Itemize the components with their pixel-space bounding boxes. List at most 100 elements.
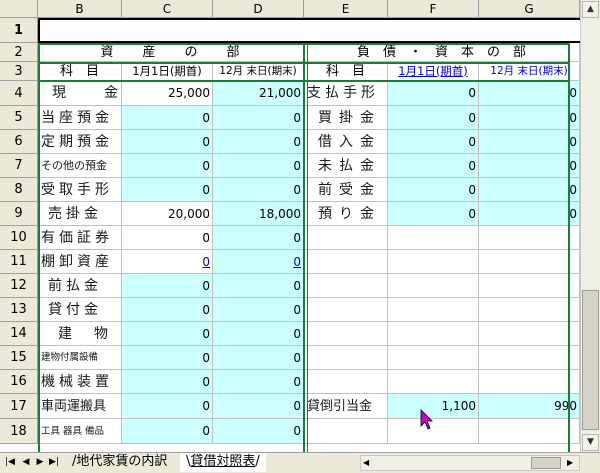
liability-end-value[interactable]: 990 [479,394,580,419]
column-header-d[interactable]: D [213,0,304,18]
asset-start-value[interactable]: 0 [122,154,213,178]
empty-cell[interactable] [479,322,580,346]
asset-label[interactable]: 受取手形 [38,178,122,202]
asset-end-value[interactable]: 0 [213,322,304,346]
liability-label[interactable]: 買掛金 [304,106,388,130]
asset-end-value[interactable]: 0 [213,298,304,322]
empty-cell[interactable] [304,298,388,322]
row-header[interactable]: 17 [0,394,38,419]
row-header[interactable]: 15 [0,346,38,370]
liability-label[interactable]: 未払金 [304,154,388,178]
row-header[interactable]: 10 [0,226,38,250]
next-sheet-icon[interactable]: ▶ [33,455,47,470]
asset-end-value[interactable]: 0 [213,226,304,250]
asset-label[interactable]: 有価証券 [38,226,122,250]
empty-cell[interactable] [388,226,479,250]
asset-start-value[interactable]: 0 [122,178,213,202]
asset-start-value[interactable]: 0 [122,370,213,394]
asset-label[interactable]: 工具 器具 備品 [38,419,122,444]
vertical-scrollbar[interactable]: ▲ ▼ [580,0,600,452]
horizontal-scrollbar[interactable]: ◀ ▶ [360,455,580,471]
asset-end-value[interactable]: 0 [213,370,304,394]
asset-start-value[interactable]: 25,000 [122,81,213,106]
asset-label[interactable]: 前払金 [38,274,122,298]
asset-label[interactable]: その他の預金 [38,154,122,178]
row-header[interactable]: 18 [0,419,38,444]
liabilities-section-header[interactable]: 負 債 ・ 資 本 の 部 [304,43,580,62]
asset-end-value[interactable]: 0 [213,178,304,202]
empty-cell[interactable] [304,322,388,346]
empty-cell[interactable] [479,250,580,274]
asset-start-value[interactable]: 0 [122,130,213,154]
scroll-right-icon[interactable]: ▶ [567,457,577,469]
column-header-f[interactable]: F [388,0,479,18]
empty-cell[interactable] [479,346,580,370]
column-header-c[interactable]: C [122,0,213,18]
start-of-period-header-assets[interactable]: 1月1日(期首) [122,62,213,81]
asset-end-value[interactable]: 0 [213,250,304,274]
column-header-b[interactable]: B [38,0,122,18]
liability-label[interactable]: 前受金 [304,178,388,202]
scroll-up-button[interactable]: ▲ [582,1,599,18]
liability-end-value[interactable]: 0 [479,202,580,226]
liability-end-value[interactable]: 0 [479,178,580,202]
asset-start-value[interactable]: 0 [122,346,213,370]
row-header[interactable]: 7 [0,154,38,178]
row-header[interactable]: 12 [0,274,38,298]
asset-label[interactable]: 建 物 [38,322,122,346]
liability-label[interactable]: 貸倒引当金 [304,394,388,419]
empty-cell[interactable] [479,370,580,394]
asset-label[interactable]: 定期預金 [38,130,122,154]
liability-end-value[interactable]: 0 [479,130,580,154]
empty-cell[interactable] [388,298,479,322]
asset-end-value[interactable]: 0 [213,130,304,154]
end-of-period-header-assets[interactable]: 12月 末日(期末) [213,62,304,81]
asset-label[interactable]: 貸付金 [38,298,122,322]
sheet-tab[interactable]: /地代家賃の内訳 [66,453,173,472]
liability-start-value[interactable]: 0 [388,81,479,106]
empty-cell[interactable] [388,370,479,394]
row-header[interactable]: 4 [0,81,38,106]
liability-end-value[interactable]: 0 [479,81,580,106]
empty-cell[interactable] [304,274,388,298]
empty-cell[interactable] [479,274,580,298]
asset-start-value[interactable]: 0 [122,106,213,130]
liability-label[interactable]: 借入金 [304,130,388,154]
empty-cell[interactable] [304,370,388,394]
empty-cell[interactable] [388,346,479,370]
row-header[interactable]: 3 [0,62,38,81]
empty-cell[interactable] [479,226,580,250]
row-header[interactable]: 14 [0,322,38,346]
asset-label[interactable]: 機械装置 [38,370,122,394]
liability-start-value[interactable]: 0 [388,178,479,202]
liability-end-value[interactable]: 0 [479,106,580,130]
vertical-scroll-thumb[interactable] [582,290,599,430]
asset-start-value[interactable]: 20,000 [122,202,213,226]
row-header[interactable]: 11 [0,250,38,274]
select-all-corner[interactable] [0,0,38,18]
row-header[interactable]: 9 [0,202,38,226]
spreadsheet-grid[interactable]: B C D E F G 1 2 3 4 5 6 7 8 9 10 11 12 1… [0,0,580,452]
cell-b1[interactable] [38,18,580,43]
row-header[interactable]: 16 [0,370,38,394]
asset-start-value[interactable]: 0 [122,394,213,419]
asset-start-value[interactable]: 0 [122,226,213,250]
row-header[interactable]: 8 [0,178,38,202]
asset-end-value[interactable]: 0 [213,394,304,419]
liability-label[interactable]: 支払手形 [304,81,388,106]
scroll-down-button[interactable]: ▼ [582,434,599,451]
liability-start-value[interactable]: 0 [388,154,479,178]
liability-start-value[interactable]: 0 [388,130,479,154]
asset-end-value[interactable]: 0 [213,419,304,444]
account-header-assets[interactable]: 科 目 [38,62,122,81]
asset-start-value[interactable]: 0 [122,298,213,322]
asset-end-value[interactable]: 0 [213,274,304,298]
horizontal-scroll-thumb[interactable] [531,457,561,469]
asset-end-value[interactable]: 21,000 [213,81,304,106]
empty-cell[interactable] [304,226,388,250]
empty-cell[interactable] [479,298,580,322]
asset-start-value[interactable]: 0 [122,250,213,274]
asset-start-value[interactable]: 0 [122,322,213,346]
row-header[interactable]: 13 [0,298,38,322]
asset-start-value[interactable]: 0 [122,419,213,444]
